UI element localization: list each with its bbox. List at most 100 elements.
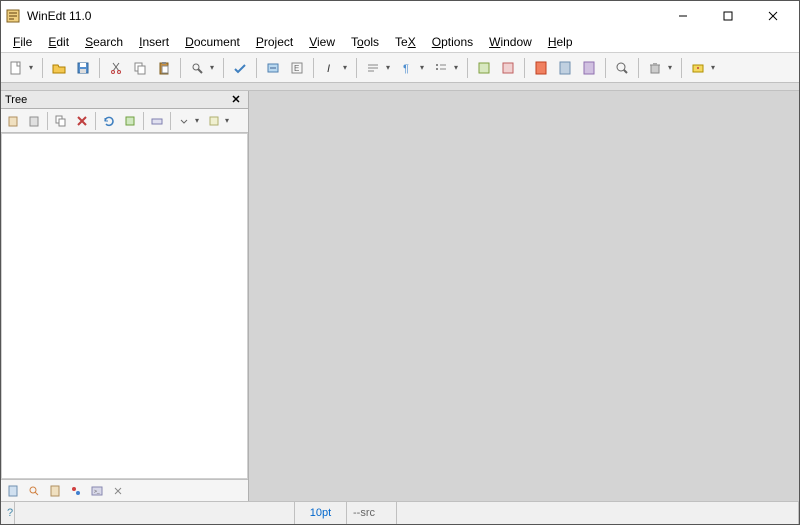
tree-tabs: >_ bbox=[1, 479, 248, 501]
workspace: Tree ✕ ▾ ▾ >_ bbox=[1, 91, 799, 501]
tree-separator bbox=[95, 112, 96, 130]
menu-search[interactable]: Search bbox=[77, 33, 131, 51]
maximize-button[interactable] bbox=[705, 2, 750, 30]
preview-button[interactable] bbox=[497, 57, 519, 79]
editor-area[interactable] bbox=[249, 91, 799, 501]
copy-button[interactable] bbox=[129, 57, 151, 79]
zoom-button[interactable] bbox=[611, 57, 633, 79]
tree-separator bbox=[170, 112, 171, 130]
tree-expand-dropdown-icon[interactable]: ▾ bbox=[195, 116, 203, 125]
tree-tab-console-icon[interactable]: >_ bbox=[88, 482, 106, 500]
tree-expand-icon[interactable] bbox=[174, 111, 194, 131]
menu-help[interactable]: Help bbox=[540, 33, 581, 51]
section-dropdown-icon[interactable]: ▾ bbox=[386, 63, 394, 72]
tree-delete-icon[interactable] bbox=[72, 111, 92, 131]
tree-close-button[interactable]: ✕ bbox=[228, 93, 244, 107]
tree-toolbar: ▾ ▾ bbox=[1, 109, 248, 133]
section-button[interactable] bbox=[362, 57, 384, 79]
style-dropdown-icon[interactable]: ▾ bbox=[343, 63, 351, 72]
svg-text:>_: >_ bbox=[94, 489, 100, 495]
tree-collapse-icon[interactable] bbox=[147, 111, 167, 131]
menu-edit[interactable]: Edit bbox=[40, 33, 77, 51]
tree-filter-dropdown-icon[interactable]: ▾ bbox=[225, 116, 233, 125]
toolbar-separator bbox=[180, 58, 181, 78]
tree-separator bbox=[47, 112, 48, 130]
paste-button[interactable] bbox=[153, 57, 175, 79]
title-bar: WinEdt 11.0 bbox=[1, 1, 799, 31]
status-bar: ? 10pt --src bbox=[1, 501, 799, 524]
errors-dropdown-icon[interactable]: ▾ bbox=[711, 63, 719, 72]
insert-env-button[interactable]: E bbox=[286, 57, 308, 79]
tree-tab-files-icon[interactable] bbox=[4, 482, 22, 500]
trash-button[interactable] bbox=[644, 57, 666, 79]
tree-open-icon[interactable] bbox=[24, 111, 44, 131]
tree-tab-gather-icon[interactable] bbox=[67, 482, 85, 500]
toolbar-separator bbox=[681, 58, 682, 78]
status-message bbox=[15, 502, 295, 524]
toolbar-separator bbox=[223, 58, 224, 78]
menu-tex[interactable]: TeX bbox=[387, 33, 424, 51]
dvi-button[interactable] bbox=[554, 57, 576, 79]
window-controls bbox=[660, 2, 795, 30]
svg-text:¶: ¶ bbox=[403, 63, 409, 75]
cut-button[interactable] bbox=[105, 57, 127, 79]
tree-filter-icon[interactable] bbox=[204, 111, 224, 131]
close-button[interactable] bbox=[750, 2, 795, 30]
app-icon bbox=[5, 8, 21, 24]
compile-button[interactable] bbox=[473, 57, 495, 79]
ps-button[interactable] bbox=[578, 57, 600, 79]
menu-bar: File Edit Search Insert Document Project… bbox=[1, 31, 799, 53]
errors-button[interactable] bbox=[687, 57, 709, 79]
toolbar-separator bbox=[313, 58, 314, 78]
insert-label-button[interactable] bbox=[262, 57, 284, 79]
menu-window[interactable]: Window bbox=[481, 33, 540, 51]
tree-tab-close-icon[interactable] bbox=[109, 482, 127, 500]
tree-title: Tree bbox=[5, 94, 228, 106]
tree-build-icon[interactable] bbox=[120, 111, 140, 131]
main-toolbar: ▾ ▾ E I ▾ ▾ ¶ ▾ ▾ ▾ ▾ bbox=[1, 53, 799, 83]
paragraph-button[interactable]: ¶ bbox=[396, 57, 418, 79]
trash-dropdown-icon[interactable]: ▾ bbox=[668, 63, 676, 72]
tree-tab-bookmarks-icon[interactable] bbox=[46, 482, 64, 500]
find-button[interactable] bbox=[186, 57, 208, 79]
list-dropdown-icon[interactable]: ▾ bbox=[454, 63, 462, 72]
menu-file[interactable]: File bbox=[5, 33, 40, 51]
status-help[interactable]: ? bbox=[1, 502, 15, 524]
open-file-button[interactable] bbox=[48, 57, 70, 79]
tree-separator bbox=[143, 112, 144, 130]
menu-document[interactable]: Document bbox=[177, 33, 248, 51]
pdf-button[interactable] bbox=[530, 57, 552, 79]
tree-tab-search-icon[interactable] bbox=[25, 482, 43, 500]
save-button[interactable] bbox=[72, 57, 94, 79]
toolbar-separator bbox=[99, 58, 100, 78]
new-dropdown-icon[interactable]: ▾ bbox=[29, 63, 37, 72]
window-title: WinEdt 11.0 bbox=[27, 9, 660, 23]
tree-header: Tree ✕ bbox=[1, 91, 248, 109]
minimize-button[interactable] bbox=[660, 2, 705, 30]
italic-button[interactable]: I bbox=[319, 57, 341, 79]
svg-text:E: E bbox=[294, 64, 299, 73]
menu-view[interactable]: View bbox=[301, 33, 343, 51]
spellcheck-button[interactable] bbox=[229, 57, 251, 79]
tree-view[interactable] bbox=[1, 133, 248, 479]
menu-options[interactable]: Options bbox=[424, 33, 481, 51]
status-fontsize[interactable]: 10pt bbox=[295, 502, 347, 524]
tree-new-icon[interactable] bbox=[3, 111, 23, 131]
find-dropdown-icon[interactable]: ▾ bbox=[210, 63, 218, 72]
svg-text:I: I bbox=[327, 63, 330, 75]
status-spacer bbox=[397, 502, 799, 524]
tree-panel: Tree ✕ ▾ ▾ >_ bbox=[1, 91, 249, 501]
para-dropdown-icon[interactable]: ▾ bbox=[420, 63, 428, 72]
tree-copy-icon[interactable] bbox=[51, 111, 71, 131]
menu-project[interactable]: Project bbox=[248, 33, 301, 51]
tree-refresh-icon[interactable] bbox=[99, 111, 119, 131]
menu-tools[interactable]: Tools bbox=[343, 33, 387, 51]
list-button[interactable] bbox=[430, 57, 452, 79]
tab-strip bbox=[1, 83, 799, 91]
toolbar-separator bbox=[638, 58, 639, 78]
new-file-button[interactable] bbox=[5, 57, 27, 79]
toolbar-separator bbox=[356, 58, 357, 78]
menu-insert[interactable]: Insert bbox=[131, 33, 177, 51]
status-src[interactable]: --src bbox=[347, 502, 397, 524]
toolbar-separator bbox=[524, 58, 525, 78]
